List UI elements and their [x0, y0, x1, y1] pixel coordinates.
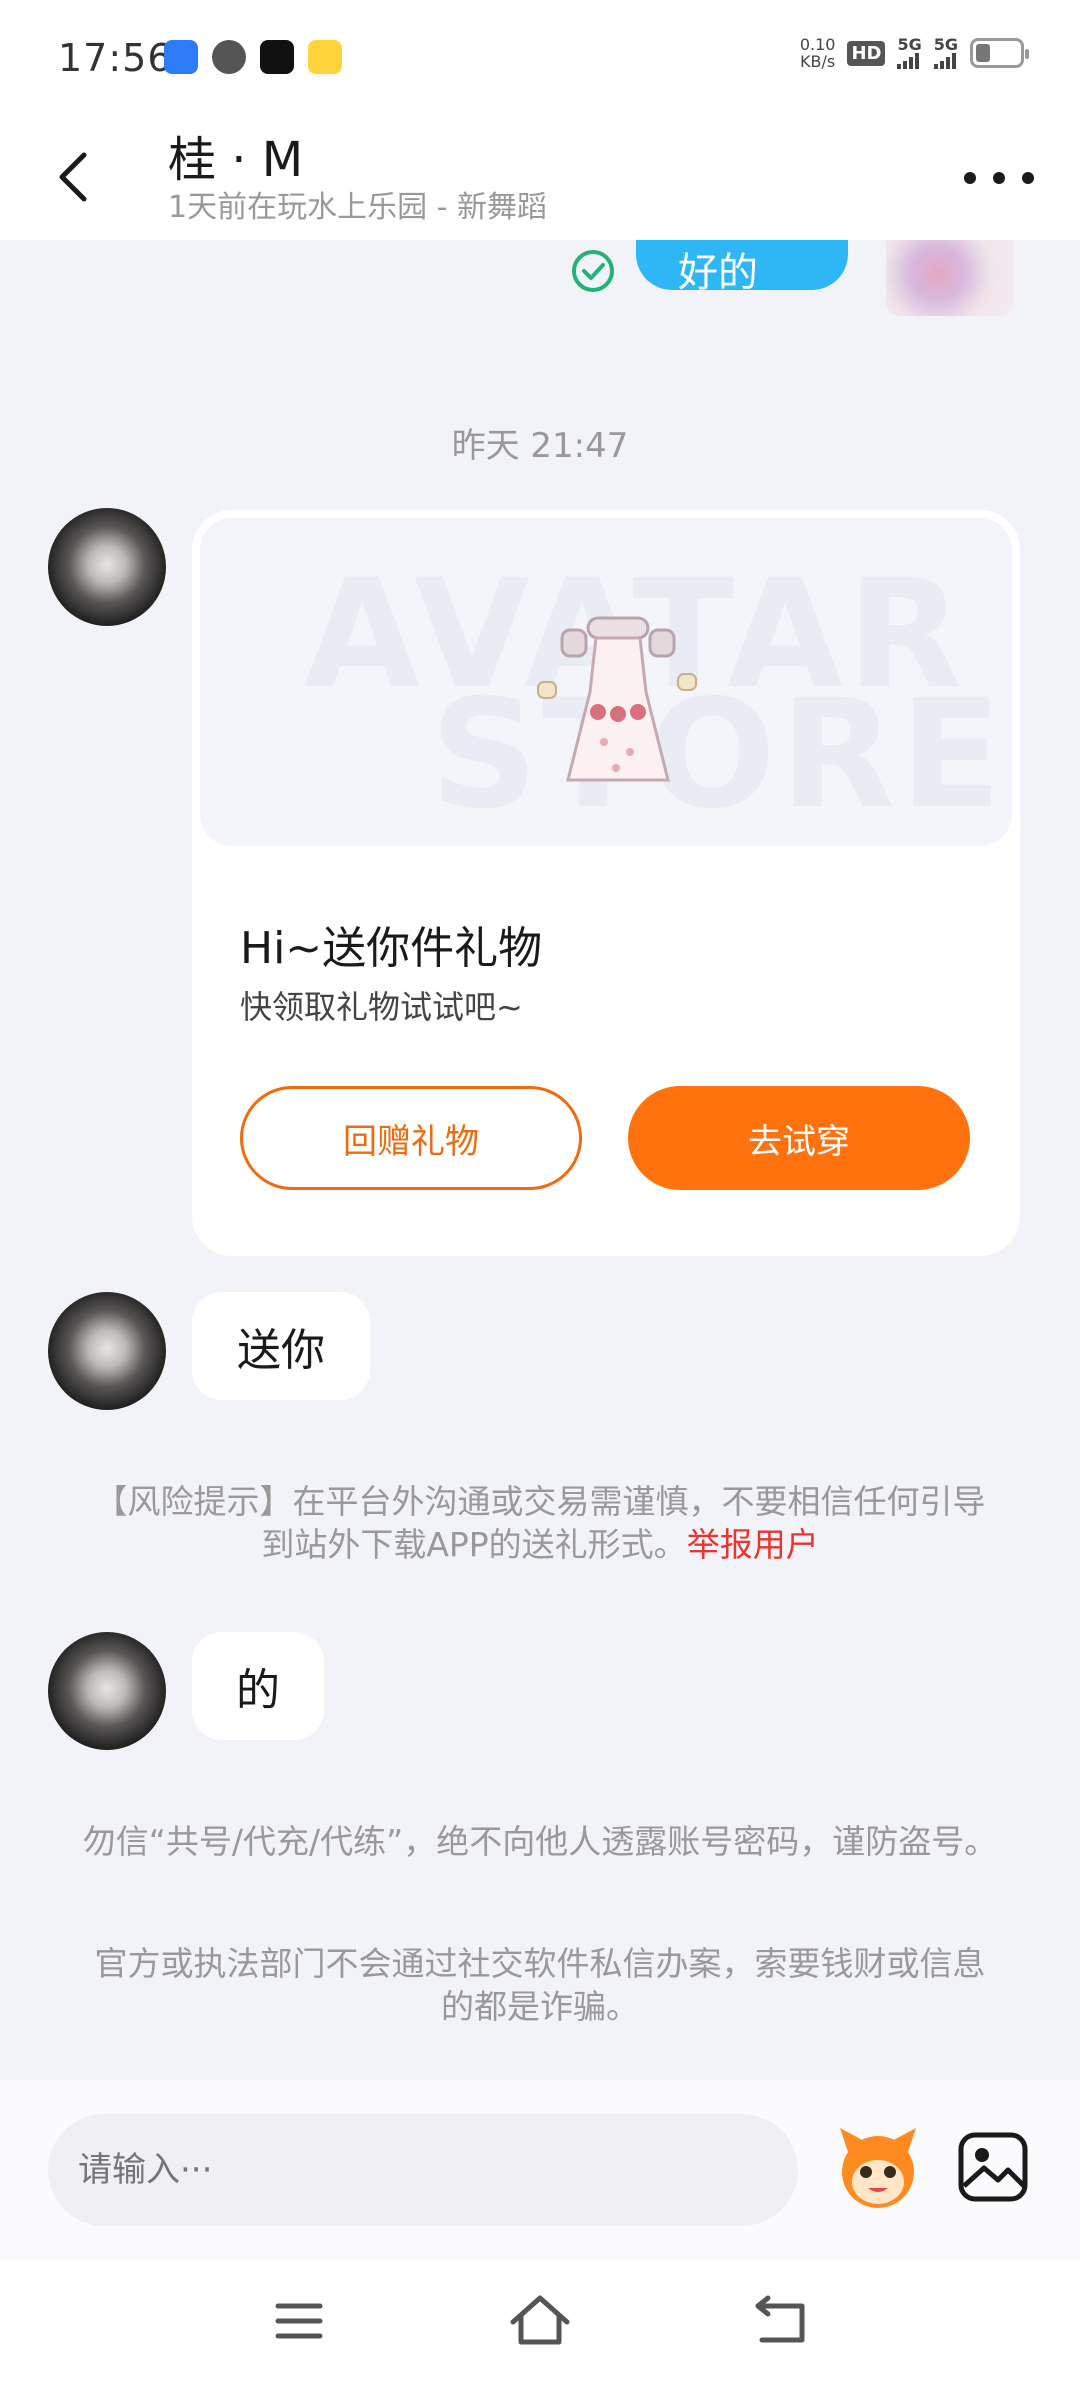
cloud-app-icon	[164, 40, 198, 74]
tiktok-app-icon	[260, 40, 294, 74]
chat-messages[interactable]: 好的 昨天 21:47 AVATAR STORE	[0, 240, 1080, 2080]
chat-subtitle: 1天前在玩水上乐园 - 新舞蹈	[168, 190, 547, 225]
mascot-emoji-icon[interactable]	[832, 2122, 924, 2214]
risk-notice: 【风险提示】在平台外沟通或交易需谨慎，不要相信任何引导到站外下载APP的送礼形式…	[94, 1482, 986, 1564]
report-user-link[interactable]: 举报用户	[687, 1525, 819, 1564]
sent-message-row: 好的	[0, 240, 1080, 360]
contact-avatar[interactable]	[48, 508, 166, 626]
my-avatar[interactable]	[886, 240, 1014, 316]
status-right: 0.10 KB/s HD 5G 5G	[799, 35, 1029, 71]
contact-avatar[interactable]	[48, 1632, 166, 1750]
received-message-bubble[interactable]: 的	[192, 1632, 324, 1740]
chat-header: 桂 · M 1天前在玩水上乐园 - 新舞蹈	[0, 110, 1080, 240]
received-message-bubble[interactable]: 送你	[192, 1292, 370, 1400]
try-on-button[interactable]: 去试穿	[628, 1086, 970, 1190]
check-circle-icon	[572, 250, 614, 292]
input-bar	[0, 2080, 1080, 2260]
chat-title[interactable]: 桂 · M	[168, 120, 303, 190]
net-speed: 0.10 KB/s	[799, 35, 836, 71]
battery-icon	[970, 38, 1029, 68]
status-app-icons	[164, 40, 342, 74]
signal-sim2-icon: 5G	[933, 37, 958, 69]
message-app-icon	[212, 40, 246, 74]
return-gift-button[interactable]: 回赠礼物	[240, 1086, 582, 1190]
back-button[interactable]	[54, 132, 124, 222]
fraud-warning-notice: 官方或执法部门不会通过社交软件私信办案，索要钱财或信息的都是诈骗。	[94, 1944, 986, 2026]
more-dots-icon	[964, 172, 976, 184]
gift-card[interactable]: AVATAR STORE Hi~送你件礼物 快领取礼物试试吧~ 回赠礼物 去试穿	[192, 510, 1020, 1256]
menu-lines-icon[interactable]	[264, 2286, 334, 2356]
message-input[interactable]	[48, 2114, 798, 2226]
sent-message-bubble[interactable]: 好的	[636, 240, 848, 296]
status-bar: 17:56 0.10 KB/s HD 5G 5G	[0, 0, 1080, 110]
yellow-app-icon	[308, 40, 342, 74]
hd-badge: HD	[847, 40, 886, 66]
image-picture-icon[interactable]	[956, 2130, 1030, 2204]
chat-screen: 17:56 0.10 KB/s HD 5G 5G 桂 · M 1天前在玩水上乐园…	[0, 0, 1080, 2388]
back-arrow-icon	[59, 152, 87, 202]
message-timestamp: 昨天 21:47	[451, 426, 629, 466]
account-safety-notice: 勿信“共号/代充/代练”，绝不向他人透露账号密码，谨防盗号。	[82, 1822, 998, 1861]
dress-icon	[537, 616, 697, 782]
signal-sim1-icon: 5G	[897, 37, 922, 69]
gift-description: 快领取礼物试试吧~	[240, 988, 523, 1026]
home-icon[interactable]	[505, 2286, 575, 2356]
gift-title: Hi~送你件礼物	[240, 923, 543, 974]
status-time: 17:56	[58, 36, 173, 80]
return-icon[interactable]	[746, 2286, 816, 2356]
more-button[interactable]	[964, 148, 1034, 208]
system-nav-bar	[0, 2260, 1080, 2388]
contact-avatar[interactable]	[48, 1292, 166, 1410]
gift-image[interactable]: AVATAR STORE	[200, 518, 1012, 846]
